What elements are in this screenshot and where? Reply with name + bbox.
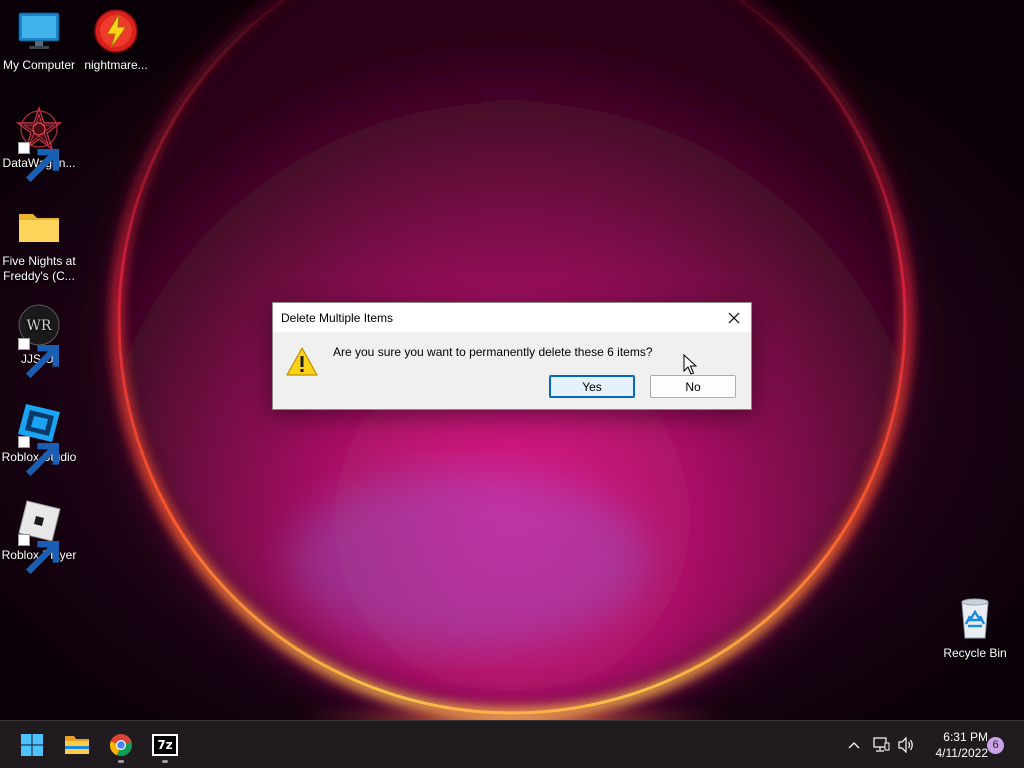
svg-text:WR: WR (27, 318, 52, 334)
desktop-icon-roblox-studio[interactable]: Roblox Studio (0, 400, 78, 477)
desktop-icon-fnaf-folder[interactable]: Five Nights at Freddy's (C... (0, 204, 78, 284)
desktop-icon-my-computer[interactable]: My Computer (0, 8, 78, 73)
desktop-icon-datawagon[interactable]: DataWagon... (0, 106, 78, 183)
close-button[interactable] (723, 307, 745, 329)
7zip-icon: 7z (152, 734, 178, 756)
taskbar-7zip[interactable]: 7z (147, 727, 183, 763)
volume-icon (898, 737, 913, 753)
close-icon (728, 312, 740, 324)
clock-time: 6:31 PM (943, 730, 988, 744)
shortcut-arrow-icon (18, 534, 60, 575)
start-button[interactable] (14, 727, 50, 763)
taskbar: 7z 6:31 PM 4/11/2022 6 (0, 720, 1024, 768)
file-explorer-icon (65, 736, 89, 754)
desktop-icon-roblox-player[interactable]: Roblox Player (0, 498, 78, 575)
7zip-icon-label: 7z (157, 738, 173, 752)
desktop-icon-label: Five Nights at Freddy's (C... (2, 254, 76, 283)
roblox-player-icon (16, 498, 62, 575)
dialog-titlebar[interactable]: Delete Multiple Items (273, 303, 751, 332)
windows-start-icon (21, 734, 43, 756)
clock-date: 4/11/2022 (935, 746, 989, 760)
shortcut-arrow-icon (18, 338, 60, 379)
desktop-icon-label: My Computer (2, 58, 76, 72)
shortcut-arrow-icon (18, 436, 60, 477)
dialog-message: Are you sure you want to permanently del… (333, 345, 653, 359)
desktop-icon-label: nightmare... (84, 58, 148, 72)
network-icon (873, 737, 890, 752)
jjs-app-icon: WR (16, 302, 62, 379)
lightning-app-icon (93, 8, 139, 54)
chrome-icon (109, 734, 132, 757)
roblox-studio-icon (16, 400, 62, 477)
warning-icon (286, 347, 318, 376)
chevron-up-icon (848, 742, 860, 749)
taskbar-chrome[interactable] (103, 727, 139, 763)
no-button[interactable]: No (650, 375, 736, 398)
running-indicator (162, 760, 168, 763)
taskbar-file-explorer[interactable] (59, 727, 95, 763)
desktop-icon-nightmare[interactable]: nightmare... (77, 8, 155, 73)
show-hidden-icons-button[interactable] (844, 735, 864, 755)
mouse-cursor-icon (683, 354, 697, 375)
pentagram-app-icon (16, 106, 62, 183)
folder-icon (16, 204, 62, 250)
delete-confirmation-dialog: Delete Multiple Items Are you sure you w… (272, 302, 752, 410)
notification-badge[interactable]: 6 (987, 737, 1004, 754)
volume-tray-button[interactable] (896, 735, 916, 755)
monitor-icon (16, 8, 62, 54)
yes-button[interactable]: Yes (549, 375, 635, 398)
running-indicator (118, 760, 124, 763)
desktop: My Computer nightmare... DataWagon... Fi… (0, 0, 1024, 720)
desktop-icon-label: Recycle Bin (943, 646, 1007, 660)
network-tray-button[interactable] (871, 735, 891, 755)
desktop-icon-jjs-ui[interactable]: WR JJS-UI (0, 302, 78, 379)
recycle-bin-icon (952, 596, 998, 642)
desktop-icon-recycle-bin[interactable]: Recycle Bin (936, 596, 1014, 661)
clock[interactable]: 6:31 PM 4/11/2022 (922, 729, 989, 761)
dialog-title: Delete Multiple Items (281, 311, 394, 325)
shortcut-arrow-icon (18, 142, 60, 183)
